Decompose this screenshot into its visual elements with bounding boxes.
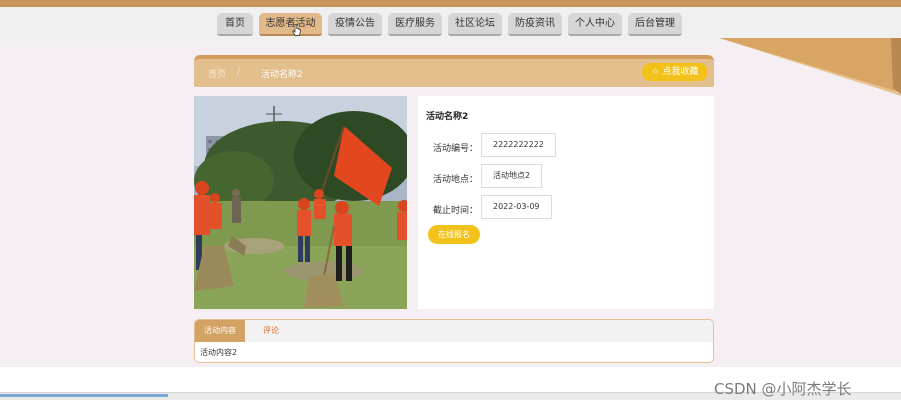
watermark-text: CSDN @小阿杰学长 <box>714 380 852 398</box>
nav-item-volunteer-activities[interactable]: 志愿者活动 <box>259 13 322 36</box>
activity-tabs-panel: 活动内容 评论 活动内容2 <box>194 319 714 363</box>
breadcrumb-current: 活动名称2 <box>261 70 303 80</box>
tab-comments[interactable]: 评论 <box>245 320 297 342</box>
decorative-ribbon <box>719 38 901 96</box>
nav-item-community-forum[interactable]: 社区论坛 <box>448 13 502 36</box>
activity-photo <box>194 96 407 309</box>
nav-item-medical-services[interactable]: 医疗服务 <box>388 13 442 36</box>
top-accent-strip <box>0 0 901 7</box>
breadcrumb-home-link[interactable]: 首页 <box>208 67 226 80</box>
tab-header: 活动内容 评论 <box>195 320 713 342</box>
deadline-label: 截止时间： <box>433 206 479 216</box>
activity-info-panel: 活动名称2 活动编号： 2222222222 活动地点： 活动地点2 截止时间：… <box>418 96 714 309</box>
activity-title: 活动名称2 <box>426 112 469 122</box>
nav-item-prevention-news[interactable]: 防疫资讯 <box>508 13 562 36</box>
nav-item-home[interactable]: 首页 <box>217 13 253 36</box>
breadcrumb: 首页 / 活动名称2 ☆ 点我收藏 <box>194 55 714 87</box>
activity-location-value: 活动地点2 <box>481 164 543 188</box>
breadcrumb-separator: / <box>237 67 241 77</box>
activity-location-label: 活动地点： <box>433 175 479 185</box>
deadline-value: 2022-03-09 <box>481 195 552 219</box>
tab-content-text: 活动内容2 <box>200 348 238 357</box>
mouse-cursor-icon <box>292 24 301 36</box>
tab-activity-content[interactable]: 活动内容 <box>195 320 245 342</box>
page: 首页 志愿者活动 疫情公告 医疗服务 社区论坛 防疫资讯 个人中心 后台管理 首… <box>0 0 901 407</box>
nav-item-personal-center[interactable]: 个人中心 <box>568 13 622 36</box>
favorite-button[interactable]: ☆ 点我收藏 <box>642 63 708 81</box>
nav-item-epidemic-notices[interactable]: 疫情公告 <box>328 13 382 36</box>
nav-item-admin[interactable]: 后台管理 <box>628 13 682 36</box>
main-nav: 首页 志愿者活动 疫情公告 医疗服务 社区论坛 防疫资讯 个人中心 后台管理 <box>217 13 682 36</box>
scrollbar-thumb[interactable] <box>0 394 168 397</box>
online-signup-button[interactable]: 在线报名 <box>428 225 480 244</box>
activity-number-value: 2222222222 <box>481 133 556 157</box>
activity-number-label: 活动编号： <box>433 144 479 154</box>
